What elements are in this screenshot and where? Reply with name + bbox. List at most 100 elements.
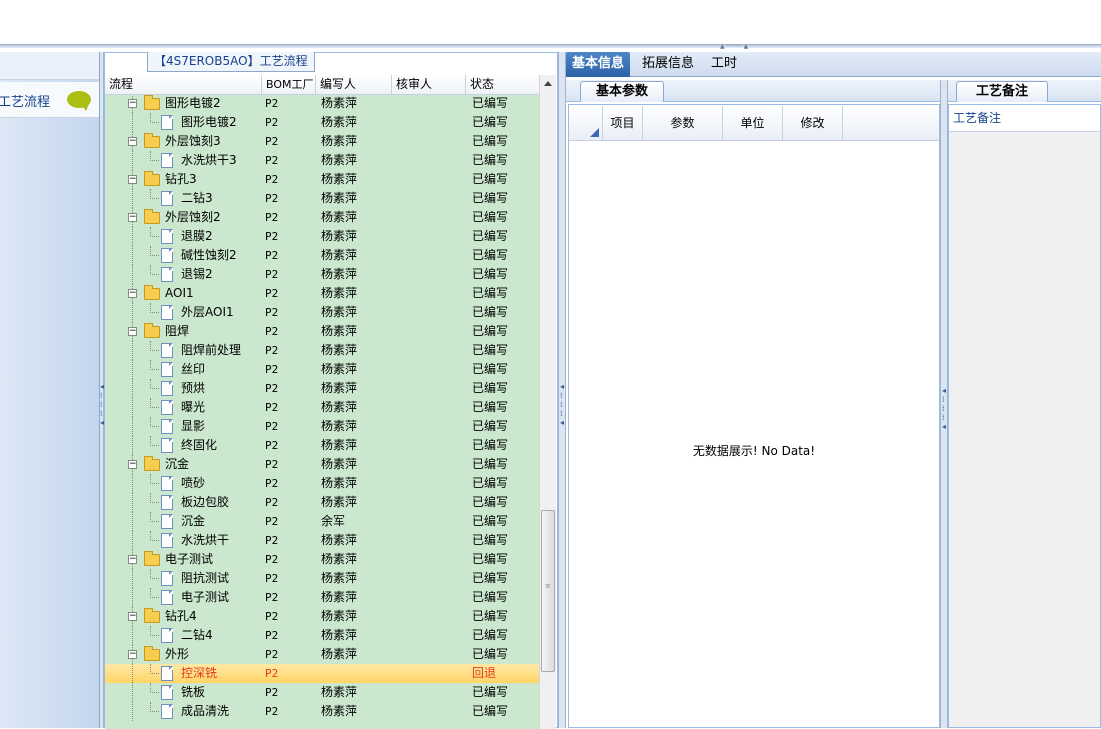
col-header-bom[interactable]: BOM工厂 bbox=[262, 75, 316, 95]
info-tab-bar: 基本信息 拓展信息 工时 bbox=[566, 52, 1101, 77]
tree-row-writer: 杨素萍 bbox=[321, 134, 358, 148]
collapse-toggle-icon[interactable]: − bbox=[128, 289, 137, 298]
tree-connector bbox=[132, 588, 133, 607]
nav-item-process-flow[interactable]: 工艺流程 bbox=[0, 82, 99, 118]
tree-folder-row[interactable]: − 电子测试 P2 杨素萍 已编写 bbox=[105, 550, 539, 569]
tree-step-row[interactable]: 水洗烘干 P2 杨素萍 已编写 bbox=[105, 531, 539, 550]
collapse-toggle-icon[interactable]: − bbox=[128, 555, 137, 564]
grid-corner-icon[interactable] bbox=[569, 106, 603, 140]
tree-row-name: 外形 bbox=[165, 647, 190, 661]
tree-row-name: 沉金 bbox=[181, 514, 206, 528]
tab-basic-info[interactable]: 基本信息 bbox=[566, 52, 631, 77]
tree-step-row[interactable]: 二钻3 P2 杨素萍 已编写 bbox=[105, 189, 539, 208]
tree-row-bom: P2 bbox=[265, 116, 279, 129]
tree-connector bbox=[150, 597, 159, 598]
middle-splitter[interactable]: ◂ ⁞ ⁞ ⁞ ◂ bbox=[558, 52, 566, 728]
scroll-thumb[interactable]: ≡ bbox=[541, 510, 555, 672]
collapse-toggle-icon[interactable]: − bbox=[128, 137, 137, 146]
tree-folder-row[interactable]: − 沉金 P2 杨素萍 已编写 bbox=[105, 455, 539, 474]
tree-folder-row[interactable]: − 阻焊 P2 杨素萍 已编写 bbox=[105, 322, 539, 341]
tree-step-row[interactable]: 阻焊前处理 P2 杨素萍 已编写 bbox=[105, 341, 539, 360]
tree-step-row[interactable]: 铣板 P2 杨素萍 已编写 bbox=[105, 683, 539, 702]
tree-step-row[interactable]: 丝印 P2 杨素萍 已编写 bbox=[105, 360, 539, 379]
splitter-collapse-icon[interactable]: ◂ ⁞ ⁞ ⁞ ◂ bbox=[560, 382, 564, 427]
tree-row-status: 已编写 bbox=[472, 685, 509, 699]
col-header-param[interactable]: 参数 bbox=[643, 106, 723, 140]
tree-connector bbox=[132, 227, 133, 246]
tree-step-row[interactable]: 退锡2 P2 杨素萍 已编写 bbox=[105, 265, 539, 284]
tree-folder-row[interactable]: − 外形 P2 杨素萍 已编写 bbox=[105, 645, 539, 664]
tree-row-name: 控深铣 bbox=[181, 666, 218, 680]
param-grid: 项目 参数 单位 修改 无数据展示! No Data! bbox=[568, 104, 940, 728]
col-header-modify[interactable]: 修改 bbox=[783, 106, 843, 140]
tree-connector bbox=[150, 160, 159, 161]
tab-basic-params[interactable]: 基本参数 bbox=[580, 81, 664, 102]
collapse-toggle-icon[interactable]: − bbox=[128, 99, 137, 108]
tree-folder-row[interactable]: − AOI1 P2 杨素萍 已编写 bbox=[105, 284, 539, 303]
tree-vertical-scrollbar[interactable]: ≡ bbox=[539, 75, 556, 729]
collapse-toggle-icon[interactable]: − bbox=[128, 175, 137, 184]
tree-folder-row[interactable]: − 外层蚀刻3 P2 杨素萍 已编写 bbox=[105, 132, 539, 151]
tree-connector bbox=[132, 531, 133, 550]
tree-step-row[interactable]: 控深铣 P2 回退 bbox=[105, 664, 539, 683]
tree-row-name: 图形电镀2 bbox=[165, 96, 221, 110]
tree-row-bom: P2 bbox=[265, 287, 279, 300]
col-header-name[interactable]: 流程 bbox=[105, 75, 262, 95]
col-header-reviewer[interactable]: 核审人 bbox=[392, 75, 466, 95]
tree-step-row[interactable]: 电子测试 P2 杨素萍 已编写 bbox=[105, 588, 539, 607]
tree-step-row[interactable]: 图形电镀2 P2 杨素萍 已编写 bbox=[105, 113, 539, 132]
tree-step-row[interactable]: 预烘 P2 杨素萍 已编写 bbox=[105, 379, 539, 398]
tree-row-bom: P2 bbox=[265, 325, 279, 338]
document-icon bbox=[161, 438, 173, 453]
document-icon bbox=[161, 495, 173, 510]
tree-step-row[interactable]: 曝光 P2 杨素萍 已编写 bbox=[105, 398, 539, 417]
collapse-toggle-icon[interactable]: − bbox=[128, 327, 137, 336]
tree-connector bbox=[150, 692, 159, 693]
document-icon bbox=[161, 115, 173, 130]
tree-row-status: 已编写 bbox=[472, 552, 509, 566]
tree-connector bbox=[150, 198, 159, 199]
tree-step-row[interactable]: 沉金 P2 余军 已编写 bbox=[105, 512, 539, 531]
tree-step-row[interactable]: 碱性蚀刻2 P2 杨素萍 已编写 bbox=[105, 246, 539, 265]
top-splitter[interactable] bbox=[0, 44, 1101, 48]
tree-row-writer: 余军 bbox=[321, 514, 346, 528]
tree-step-row[interactable]: 退膜2 P2 杨素萍 已编写 bbox=[105, 227, 539, 246]
top-splitter-grip-icon[interactable]: ▲ ········ ▲ bbox=[720, 44, 748, 50]
tree-folder-row[interactable]: − 外层蚀刻2 P2 杨素萍 已编写 bbox=[105, 208, 539, 227]
col-header-writer[interactable]: 编写人 bbox=[316, 75, 392, 95]
tree-step-row[interactable]: 喷砂 P2 杨素萍 已编写 bbox=[105, 474, 539, 493]
right-splitter[interactable]: ◂ ⁞ ⁞ ⁞ ◂ bbox=[940, 80, 948, 728]
tree-step-row[interactable]: 二钻4 P2 杨素萍 已编写 bbox=[105, 626, 539, 645]
collapse-toggle-icon[interactable]: − bbox=[128, 460, 137, 469]
collapse-toggle-icon[interactable]: − bbox=[128, 213, 137, 222]
tree-row-bom: P2 bbox=[265, 249, 279, 262]
tree-row-status: 已编写 bbox=[472, 305, 509, 319]
tree-row-status: 已编写 bbox=[472, 400, 509, 414]
tree-folder-row[interactable]: − 图形电镀2 P2 杨素萍 已编写 bbox=[105, 95, 539, 113]
tree-folder-row[interactable]: − 钻孔4 P2 杨素萍 已编写 bbox=[105, 607, 539, 626]
tree-step-row[interactable]: 水洗烘干3 P2 杨素萍 已编写 bbox=[105, 151, 539, 170]
tree-step-row[interactable]: 显影 P2 杨素萍 已编写 bbox=[105, 417, 539, 436]
col-header-item[interactable]: 项目 bbox=[603, 106, 643, 140]
splitter-collapse-icon[interactable]: ◂ ⁞ ⁞ ⁞ ◂ bbox=[942, 386, 946, 431]
tree-row-status: 已编写 bbox=[472, 229, 509, 243]
tree-step-row[interactable]: 板边包胶 P2 杨素萍 已编写 bbox=[105, 493, 539, 512]
col-header-status[interactable]: 状态 bbox=[466, 75, 541, 95]
tab-process-notes[interactable]: 工艺备注 bbox=[956, 81, 1048, 102]
col-header-unit[interactable]: 单位 bbox=[723, 106, 783, 140]
tree-row-status: 已编写 bbox=[472, 647, 509, 661]
folder-icon bbox=[144, 171, 160, 186]
tree-connector bbox=[150, 502, 159, 503]
tree-step-row[interactable]: 终固化 P2 杨素萍 已编写 bbox=[105, 436, 539, 455]
tree-step-row[interactable]: 成品清洗 P2 杨素萍 已编写 bbox=[105, 702, 539, 721]
document-icon bbox=[161, 229, 173, 244]
tree-step-row[interactable]: 阻抗测试 P2 杨素萍 已编写 bbox=[105, 569, 539, 588]
tab-work-hours[interactable]: 工时 bbox=[705, 52, 743, 77]
scroll-up-arrow-icon[interactable] bbox=[544, 81, 552, 86]
collapse-toggle-icon[interactable]: − bbox=[128, 650, 137, 659]
tree-step-row[interactable]: 外层AOI1 P2 杨素萍 已编写 bbox=[105, 303, 539, 322]
collapse-toggle-icon[interactable]: − bbox=[128, 612, 137, 621]
tab-extended-info[interactable]: 拓展信息 bbox=[636, 52, 700, 77]
tree-row-status: 已编写 bbox=[472, 362, 509, 376]
tree-folder-row[interactable]: − 钻孔3 P2 杨素萍 已编写 bbox=[105, 170, 539, 189]
